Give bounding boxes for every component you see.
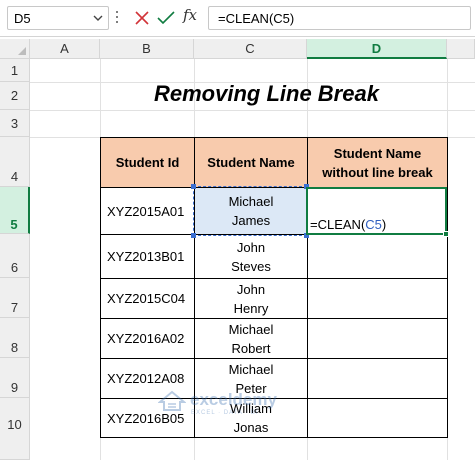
- row-header-8[interactable]: 8: [0, 318, 30, 358]
- student-id: XYZ2015A01: [107, 203, 185, 219]
- row-label: 6: [10, 260, 19, 275]
- sheet-title-text: Removing Line Break: [154, 81, 379, 106]
- row-label: 10: [7, 417, 22, 432]
- row-header-4[interactable]: 4: [0, 137, 30, 187]
- cell-d9[interactable]: [307, 358, 448, 399]
- row-label: 4: [10, 169, 19, 184]
- formula-bar: D5 fx =CLEAN(C5): [0, 0, 475, 37]
- watermark: exceldemy EXCEL · DATA · BI: [158, 388, 277, 416]
- column-label: A: [60, 41, 69, 56]
- cell-c6[interactable]: John Steves: [194, 234, 308, 279]
- student-id: XYZ2013B01: [107, 249, 185, 264]
- exceldemy-logo-icon: [158, 390, 186, 411]
- cell-d6[interactable]: [307, 234, 448, 279]
- column-header-e[interactable]: [447, 39, 475, 59]
- cell-d8[interactable]: [307, 318, 448, 359]
- column-header-b[interactable]: B: [100, 39, 194, 59]
- row-header-1[interactable]: 1: [0, 59, 30, 82]
- header-label: Student Id: [115, 155, 180, 170]
- formula-reference-highlight: [191, 184, 309, 238]
- row-header-9[interactable]: 9: [0, 358, 30, 398]
- header-student-name-no-break[interactable]: Student Name without line break: [307, 137, 448, 188]
- watermark-name: exceldemy: [190, 390, 277, 409]
- edit-text-prefix: =CLEAN(: [310, 217, 366, 232]
- row-label: 2: [10, 88, 19, 103]
- student-id: XYZ2016A02: [107, 331, 185, 346]
- column-header-d[interactable]: D: [307, 39, 447, 59]
- row-label: 1: [10, 62, 19, 78]
- student-name: John Steves: [231, 239, 271, 274]
- cell-b7[interactable]: XYZ2015C04: [100, 278, 195, 319]
- cell-b6[interactable]: XYZ2013B01: [100, 234, 195, 279]
- header-label: Student Name without line break: [322, 145, 433, 180]
- column-label: D: [371, 40, 382, 56]
- student-name: John Henry: [233, 281, 269, 316]
- gridline: [30, 110, 475, 111]
- edit-text-suffix: ): [381, 217, 387, 232]
- row-label: 5: [10, 216, 18, 232]
- edit-text-reference: C5: [365, 217, 382, 232]
- row-label: 7: [10, 300, 19, 315]
- cell-c8[interactable]: Michael Robert: [194, 318, 308, 359]
- cell-b5[interactable]: XYZ2015A01: [100, 187, 195, 235]
- row-header-10[interactable]: 10: [0, 398, 30, 460]
- row-header-3[interactable]: 3: [0, 110, 30, 137]
- chevron-down-icon[interactable]: [92, 11, 104, 25]
- cell-d10[interactable]: [307, 398, 448, 438]
- row-header-5[interactable]: 5: [0, 187, 30, 234]
- row-header-7[interactable]: 7: [0, 278, 30, 318]
- row-label: 8: [10, 340, 19, 355]
- header-label: Student Name: [207, 155, 295, 170]
- header-student-name[interactable]: Student Name: [194, 137, 308, 188]
- column-header-a[interactable]: A: [30, 39, 100, 59]
- cell-d7[interactable]: [307, 278, 448, 319]
- name-box[interactable]: D5: [7, 6, 109, 30]
- column-label: C: [245, 41, 255, 56]
- student-name: Michael Robert: [228, 321, 274, 356]
- student-id: XYZ2015C04: [107, 291, 186, 306]
- row-header-2[interactable]: 2: [0, 82, 30, 110]
- fill-handle[interactable]: [443, 231, 449, 237]
- row-label: 9: [10, 380, 19, 395]
- enter-checkmark-icon[interactable]: [157, 9, 175, 27]
- cell-c7[interactable]: John Henry: [194, 278, 308, 319]
- sheet-title[interactable]: Removing Line Break: [154, 81, 379, 107]
- cell-b8[interactable]: XYZ2016A02: [100, 318, 195, 359]
- more-options-icon[interactable]: [115, 9, 119, 27]
- insert-function-icon[interactable]: fx: [183, 6, 197, 24]
- column-header-c[interactable]: C: [194, 39, 307, 59]
- column-label: B: [142, 41, 151, 56]
- cell-edit-text[interactable]: =CLEAN(C5): [310, 217, 386, 232]
- name-box-value: D5: [14, 11, 31, 26]
- student-id: XYZ2012A08: [107, 371, 185, 386]
- formula-text: =CLEAN(C5): [218, 11, 295, 26]
- select-all-corner[interactable]: [0, 39, 30, 59]
- row-label: 3: [10, 115, 19, 131]
- row-header-6[interactable]: 6: [0, 234, 30, 278]
- header-student-id[interactable]: Student Id: [100, 137, 195, 188]
- cancel-icon[interactable]: [134, 9, 150, 27]
- formula-input[interactable]: =CLEAN(C5): [208, 6, 471, 30]
- watermark-tagline: EXCEL · DATA · BI: [191, 410, 259, 416]
